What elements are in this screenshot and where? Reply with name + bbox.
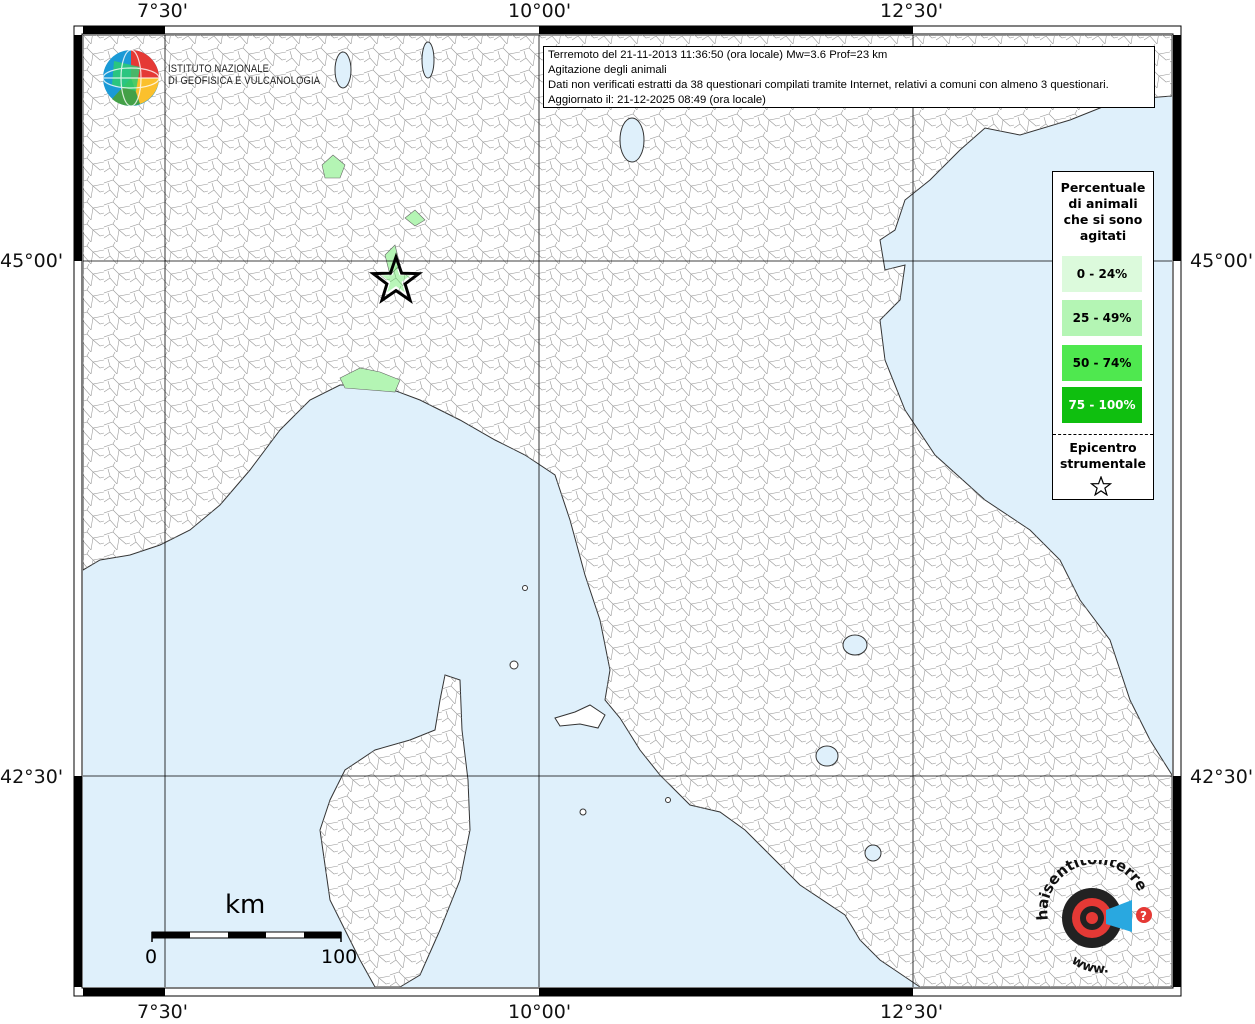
- haisentito-logo: haisentitoilterremoto.it www. ?: [1034, 860, 1152, 975]
- title-box: Terremoto del 21-11-2013 11:36:50 (ora l…: [543, 46, 1155, 108]
- ingv-name: ISTITUTO NAZIONALE DI GEOFISICA E VULCAN…: [168, 63, 320, 87]
- lake: [815, 745, 839, 767]
- lat-tick-label: 45°00': [0, 250, 64, 272]
- legend-title-line: Percentuale: [1060, 180, 1146, 195]
- legend-epicenter-line: strumentale: [1059, 456, 1147, 471]
- lon-tick-label: 12°30': [880, 0, 944, 22]
- lake: [421, 41, 435, 79]
- lake: [334, 51, 352, 89]
- ingv-name-line1: ISTITUTO NAZIONALE: [168, 63, 270, 75]
- title-subject: Agitazione degli animali: [548, 64, 667, 76]
- legend-title-line: agitati: [1079, 228, 1127, 243]
- legend-title-line: di animali: [1068, 196, 1138, 211]
- svg-text:www.: www.: [1069, 953, 1110, 975]
- lat-tick-label: 42°30': [0, 766, 64, 788]
- legend-class-75-100: 75 - 100%: [1062, 387, 1142, 423]
- lat-tick-label: 45°00': [1190, 250, 1254, 272]
- land-islet: [579, 808, 587, 816]
- legend: Percentuale di animali che si sono agita…: [1052, 171, 1154, 500]
- lon-tick-label: 7°30': [137, 0, 188, 22]
- land-islet: [665, 797, 671, 803]
- land-islet: [522, 585, 528, 591]
- title-updated: Aggiornato il: 21-12-2025 08:49 (ora loc…: [548, 94, 766, 106]
- lon-tick-label: 7°30': [137, 1001, 188, 1023]
- lon-tick-label: 12°30': [880, 1001, 944, 1023]
- legend-class-50-74: 50 - 74%: [1062, 345, 1142, 381]
- legend-epicenter-label: Epicentro strumentale: [1053, 440, 1153, 472]
- lat-tick-label: 42°30': [1190, 766, 1254, 788]
- haisentito-logo-url: www.: [1069, 953, 1110, 975]
- scale-end: 100: [321, 946, 358, 968]
- title-event: Terremoto del 21-11-2013 11:36:50 (ora l…: [548, 49, 888, 61]
- scale-unit: km: [225, 890, 266, 920]
- legend-separator: [1053, 434, 1153, 435]
- scale-start: 0: [145, 946, 158, 968]
- legend-title: Percentuale di animali che si sono agita…: [1053, 180, 1153, 244]
- legend-class-0-24: 0 - 24%: [1062, 256, 1142, 292]
- land-islet: [509, 660, 519, 670]
- legend-class-25-49: 25 - 49%: [1062, 300, 1142, 336]
- lake: [864, 844, 882, 862]
- title-note: Dati non verificati estratti da 38 quest…: [548, 79, 1109, 91]
- lake: [619, 117, 645, 163]
- svg-text:?: ?: [1140, 909, 1147, 923]
- lon-tick-label: 10°00': [508, 1001, 572, 1023]
- lon-tick-label: 10°00': [508, 0, 572, 22]
- ingv-globe-logo: [102, 49, 160, 107]
- lake: [842, 634, 868, 656]
- legend-star-icon: [1090, 476, 1112, 496]
- ingv-name-line2: DI GEOFISICA E VULCANOLOGIA: [168, 75, 321, 87]
- legend-epicenter-line: Epicentro: [1069, 440, 1137, 455]
- legend-title-line: che si sono: [1063, 212, 1143, 227]
